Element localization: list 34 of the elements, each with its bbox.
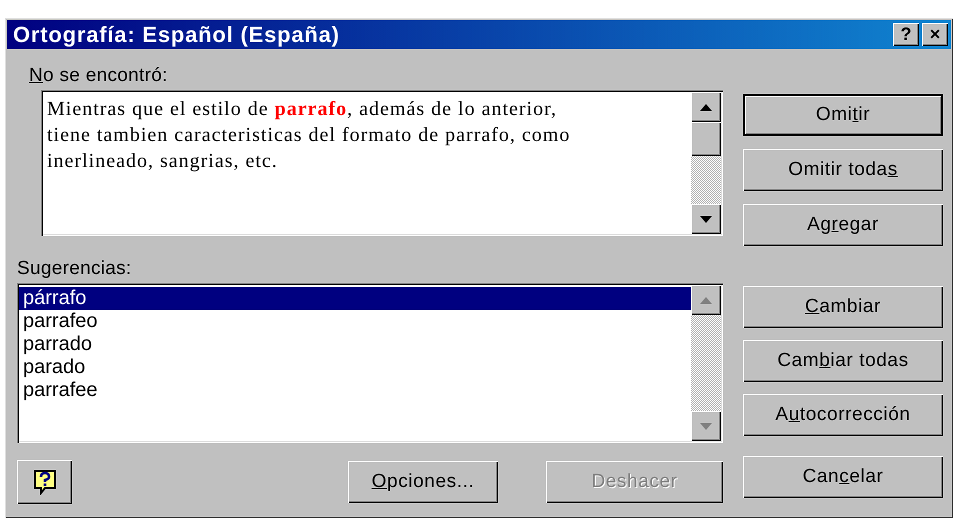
scroll-up-button[interactable] xyxy=(691,285,721,315)
sentence-text: Mientras que el estilo de parrafo, además de lo anterior, tiene tambien caracteristicas del formato de parrafo, como inerlineado, sangrias, etc. xyxy=(46,97,572,174)
options-button[interactable]: Opciones... xyxy=(348,461,498,503)
suggestion-item[interactable]: parrado xyxy=(19,333,691,356)
not-found-text-field[interactable]: Mientras que el estilo de parrafo, además de lo anterior, tiene tambien caracteristicas del formato de parrafo, como inerlineado, sangrias, etc. xyxy=(41,90,723,236)
suggestions-label: Sugerencias: xyxy=(17,258,133,280)
ignore-button[interactable]: Omitir xyxy=(743,94,943,136)
scrollbar[interactable] xyxy=(691,92,721,234)
ignore-all-button[interactable]: Omitir todas xyxy=(743,149,943,191)
suggestion-item[interactable]: parrafee xyxy=(19,379,691,402)
scroll-thumb[interactable] xyxy=(691,122,721,156)
add-button[interactable]: Agregar xyxy=(743,204,943,246)
down-arrow-icon xyxy=(700,216,712,222)
change-button[interactable]: Cambiar xyxy=(743,286,943,328)
down-arrow-icon xyxy=(700,422,712,430)
suggestion-item[interactable]: parado xyxy=(19,356,691,379)
autocorrect-button[interactable]: Autocorrección xyxy=(743,394,943,436)
cancel-button[interactable]: Cancelar xyxy=(743,456,943,498)
suggestion-item[interactable]: parrafeo xyxy=(19,310,691,333)
help-button[interactable]: ? xyxy=(893,23,919,46)
suggestion-item[interactable]: párrafo xyxy=(19,287,691,310)
up-arrow-icon xyxy=(700,104,712,110)
change-all-button[interactable]: Cambiar todas xyxy=(743,340,943,382)
not-found-label: No se encontró: xyxy=(29,65,169,87)
close-button[interactable]: × xyxy=(922,23,948,46)
scroll-up-button[interactable] xyxy=(691,92,721,122)
suggestions-list[interactable]: párrafo parrafeo parrado parado parrafee xyxy=(17,283,723,443)
scrollbar[interactable] xyxy=(691,285,721,441)
scroll-down-button[interactable] xyxy=(691,411,721,441)
scroll-down-button[interactable] xyxy=(691,204,721,234)
assistant-help-button[interactable] xyxy=(17,460,72,504)
window-title: Ortografía: Español (España) xyxy=(13,22,340,48)
help-balloon-icon xyxy=(32,469,56,495)
up-arrow-icon xyxy=(700,296,712,304)
